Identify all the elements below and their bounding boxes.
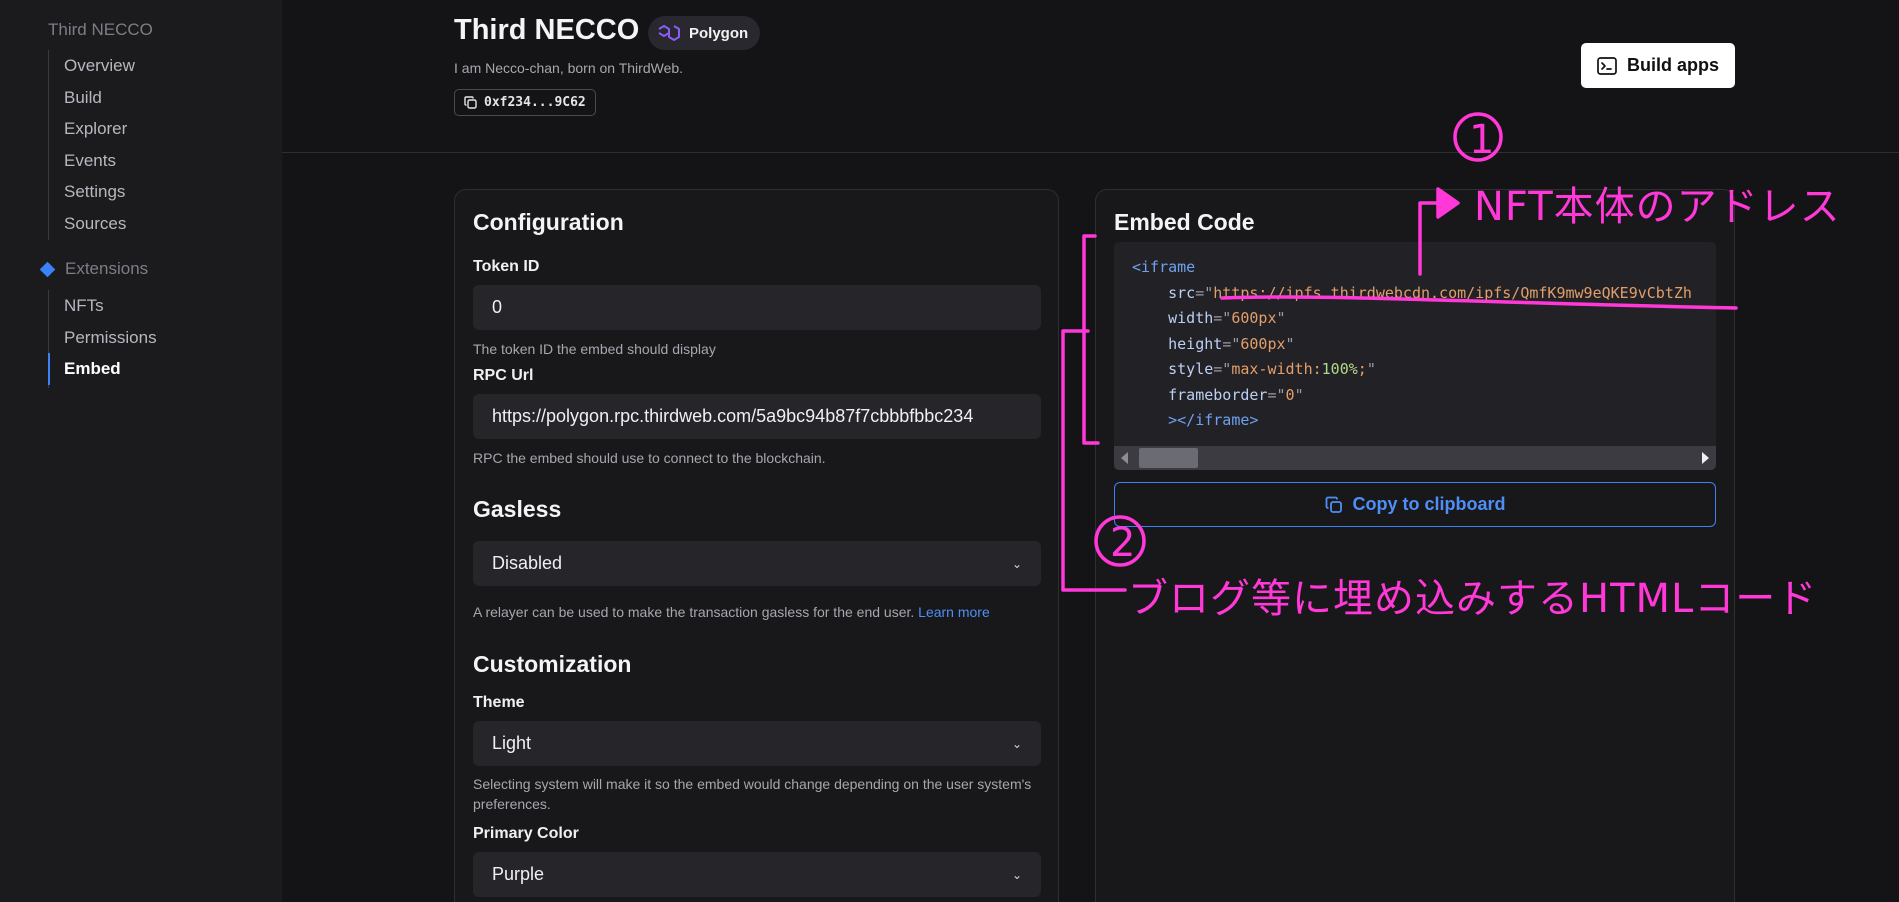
code-style-end: ; [1357, 360, 1367, 378]
theme-selected-value: Light [492, 733, 532, 753]
primary-color-selected-value: Purple [492, 864, 545, 884]
contract-header: Third NECCO Polygon I am Necco-chan, bor… [282, 0, 1899, 153]
sidebar-item-permissions[interactable]: Permissions [49, 322, 157, 354]
extensions-label: Extensions [65, 259, 149, 278]
build-apps-label: Build apps [1626, 55, 1719, 75]
sidebar-item-embed[interactable]: Embed [48, 353, 157, 385]
primary-color-label: Primary Color [473, 825, 579, 842]
chevron-down-icon: ⌄ [1011, 556, 1022, 571]
code-horizontal-scrollbar[interactable] [1114, 446, 1716, 470]
sidebar-item-nfts[interactable]: NFTs [49, 290, 157, 322]
token-id-input[interactable]: 0 [473, 285, 1041, 330]
gasless-selected-value: Disabled [492, 553, 563, 573]
embed-code-heading: Embed Code [1114, 209, 1255, 235]
code-close-tag: ></iframe> [1168, 411, 1259, 429]
code-open-tag: <iframe [1132, 258, 1196, 276]
theme-select[interactable]: Light ⌄ [473, 721, 1041, 766]
sidebar-item-events[interactable]: Events [49, 145, 135, 177]
sidebar: Third NECCO Overview Build Explorer Even… [0, 0, 282, 902]
sidebar-main-nav: Overview Build Explorer Events Settings … [48, 50, 135, 240]
code-attr-style: style [1168, 360, 1214, 378]
sidebar-item-explorer[interactable]: Explorer [49, 113, 135, 145]
rpc-url-label: RPC Url [473, 367, 534, 384]
sidebar-contract-name: Third NECCO [48, 20, 153, 39]
gasless-select[interactable]: Disabled ⌄ [473, 541, 1041, 586]
annotation-number-1: 1 [1469, 117, 1496, 163]
theme-label: Theme [473, 694, 525, 711]
contract-description: I am Necco-chan, born on ThirdWeb. [454, 60, 684, 76]
gasless-help-text: A relayer can be used to make the transa… [473, 604, 915, 620]
learn-more-link[interactable]: Learn more [918, 604, 990, 620]
gasless-heading: Gasless [473, 496, 562, 522]
code-attr-src: src [1168, 283, 1196, 302]
code-height-value: 600px [1240, 334, 1286, 353]
chain-badge: Polygon [648, 16, 761, 50]
code-src-value: https://ipfs.thirdwebcdn.com/ipfs/QmfK9m… [1213, 283, 1692, 302]
contract-address: 0xf234...9C62 [484, 95, 586, 110]
scroll-right-arrow-icon[interactable] [1702, 452, 1709, 464]
copy-to-clipboard-label: Copy to clipboard [1352, 494, 1506, 514]
annotation-number-2: 2 [1110, 520, 1137, 566]
code-width-value: 600px [1231, 309, 1277, 327]
sidebar-item-build[interactable]: Build [49, 82, 135, 114]
extensions-diamond-icon [39, 261, 56, 277]
token-id-label: Token ID [473, 258, 540, 275]
chevron-down-icon: ⌄ [1011, 867, 1022, 882]
code-attr-width: width [1168, 309, 1214, 327]
token-id-help: The token ID the embed should display [473, 341, 716, 357]
code-attr-frameborder: frameborder [1168, 385, 1268, 404]
code-style-prop: max-width: [1231, 360, 1322, 378]
sidebar-item-settings[interactable]: Settings [49, 176, 135, 208]
copy-address-button[interactable]: 0xf234...9C62 [454, 89, 596, 116]
annotation-note-2: ブログ等に埋め込みするHTMLコード [1128, 576, 1818, 622]
code-attr-height: height [1168, 334, 1223, 353]
primary-color-select[interactable]: Purple ⌄ [473, 852, 1041, 897]
customization-heading: Customization [473, 651, 632, 677]
sidebar-extensions-nav: NFTs Permissions Embed [48, 290, 157, 388]
rpc-url-help: RPC the embed should use to connect to t… [473, 450, 826, 466]
embed-code-card: Embed Code <iframe src="https://ipfs.thi… [1095, 189, 1735, 902]
sidebar-item-sources[interactable]: Sources [49, 208, 135, 240]
sidebar-extensions-header: Extensions [39, 259, 149, 279]
polygon-icon [658, 25, 680, 41]
copy-to-clipboard-button[interactable]: Copy to clipboard [1114, 482, 1716, 527]
embed-code-block[interactable]: <iframe src="https://ipfs.thirdwebcdn.co… [1114, 242, 1716, 470]
copy-icon [1325, 496, 1342, 513]
scroll-left-arrow-icon[interactable] [1121, 452, 1128, 464]
code-frameborder-value: 0 [1285, 385, 1295, 404]
theme-help: Selecting system will make it so the emb… [473, 776, 1032, 812]
build-apps-button[interactable]: Build apps [1581, 43, 1735, 88]
configuration-card: Configuration Token ID 0 The token ID th… [454, 189, 1059, 902]
copy-icon [464, 96, 477, 109]
configuration-heading: Configuration [473, 209, 624, 235]
chain-name: Polygon [689, 24, 749, 42]
gasless-help: A relayer can be used to make the transa… [473, 602, 1041, 622]
token-id-value: 0 [492, 297, 503, 317]
terminal-icon [1597, 56, 1617, 75]
page-title: Third NECCO [454, 14, 640, 46]
rpc-url-input[interactable]: https://polygon.rpc.thirdweb.com/5a9bc94… [473, 394, 1041, 439]
scrollbar-thumb[interactable] [1139, 448, 1198, 468]
sidebar-item-overview[interactable]: Overview [49, 50, 135, 82]
code-style-num: 100% [1321, 360, 1358, 378]
rpc-url-value: https://polygon.rpc.thirdweb.com/5a9bc94… [492, 406, 974, 426]
embed-code-text: <iframe src="https://ipfs.thirdwebcdn.co… [1132, 258, 1692, 429]
chevron-down-icon: ⌄ [1011, 736, 1022, 751]
annotation-note-1: NFT本体のアドレス [1474, 184, 1841, 230]
